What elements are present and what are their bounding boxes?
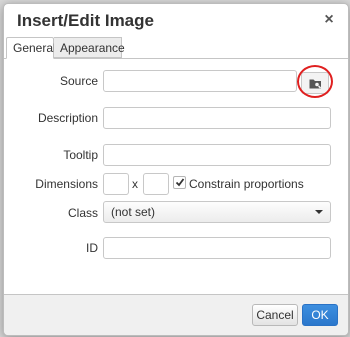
source-label: Source xyxy=(59,74,98,88)
id-input[interactable] xyxy=(103,237,331,259)
class-select[interactable]: (not set) xyxy=(103,201,331,223)
dimensions-separator: x xyxy=(132,177,138,191)
id-row: ID xyxy=(4,236,348,260)
tab-appearance[interactable]: Appearance xyxy=(54,37,125,58)
description-label: Description xyxy=(37,111,98,125)
tooltip-input[interactable] xyxy=(103,144,331,166)
insert-edit-image-dialog: Insert/Edit Image × General Appearance S… xyxy=(3,3,349,336)
close-icon[interactable]: × xyxy=(321,12,337,28)
dialog-footer: Cancel OK xyxy=(4,294,348,335)
dimensions-label: Dimensions xyxy=(35,177,98,191)
ok-button[interactable]: OK xyxy=(302,304,338,326)
tab-general[interactable]: General xyxy=(6,37,56,59)
constrain-proportions-checkbox[interactable] xyxy=(173,176,186,189)
source-row: Source xyxy=(4,65,348,98)
tooltip-row: Tooltip xyxy=(4,143,348,167)
tooltip-label: Tooltip xyxy=(63,148,98,162)
highlight-annotation xyxy=(297,65,333,98)
description-row: Description xyxy=(4,106,348,130)
class-select-value: (not set) xyxy=(111,205,156,219)
checkmark-icon xyxy=(175,178,185,187)
width-input[interactable] xyxy=(103,173,129,195)
dimensions-row: Dimensions x Constrain proportions xyxy=(4,172,348,196)
constrain-proportions-label[interactable]: Constrain proportions xyxy=(189,172,304,196)
dialog-titlebar: Insert/Edit Image × xyxy=(4,4,348,37)
class-row: Class (not set) xyxy=(4,201,348,225)
source-input[interactable] xyxy=(103,70,297,92)
tab-bar: General Appearance xyxy=(4,37,348,59)
dialog-title: Insert/Edit Image xyxy=(17,11,154,30)
id-label: ID xyxy=(86,241,98,255)
class-label: Class xyxy=(67,206,98,220)
chevron-down-icon xyxy=(315,210,323,214)
cancel-button[interactable]: Cancel xyxy=(252,304,298,326)
description-input[interactable] xyxy=(103,107,331,129)
height-input[interactable] xyxy=(143,173,169,195)
